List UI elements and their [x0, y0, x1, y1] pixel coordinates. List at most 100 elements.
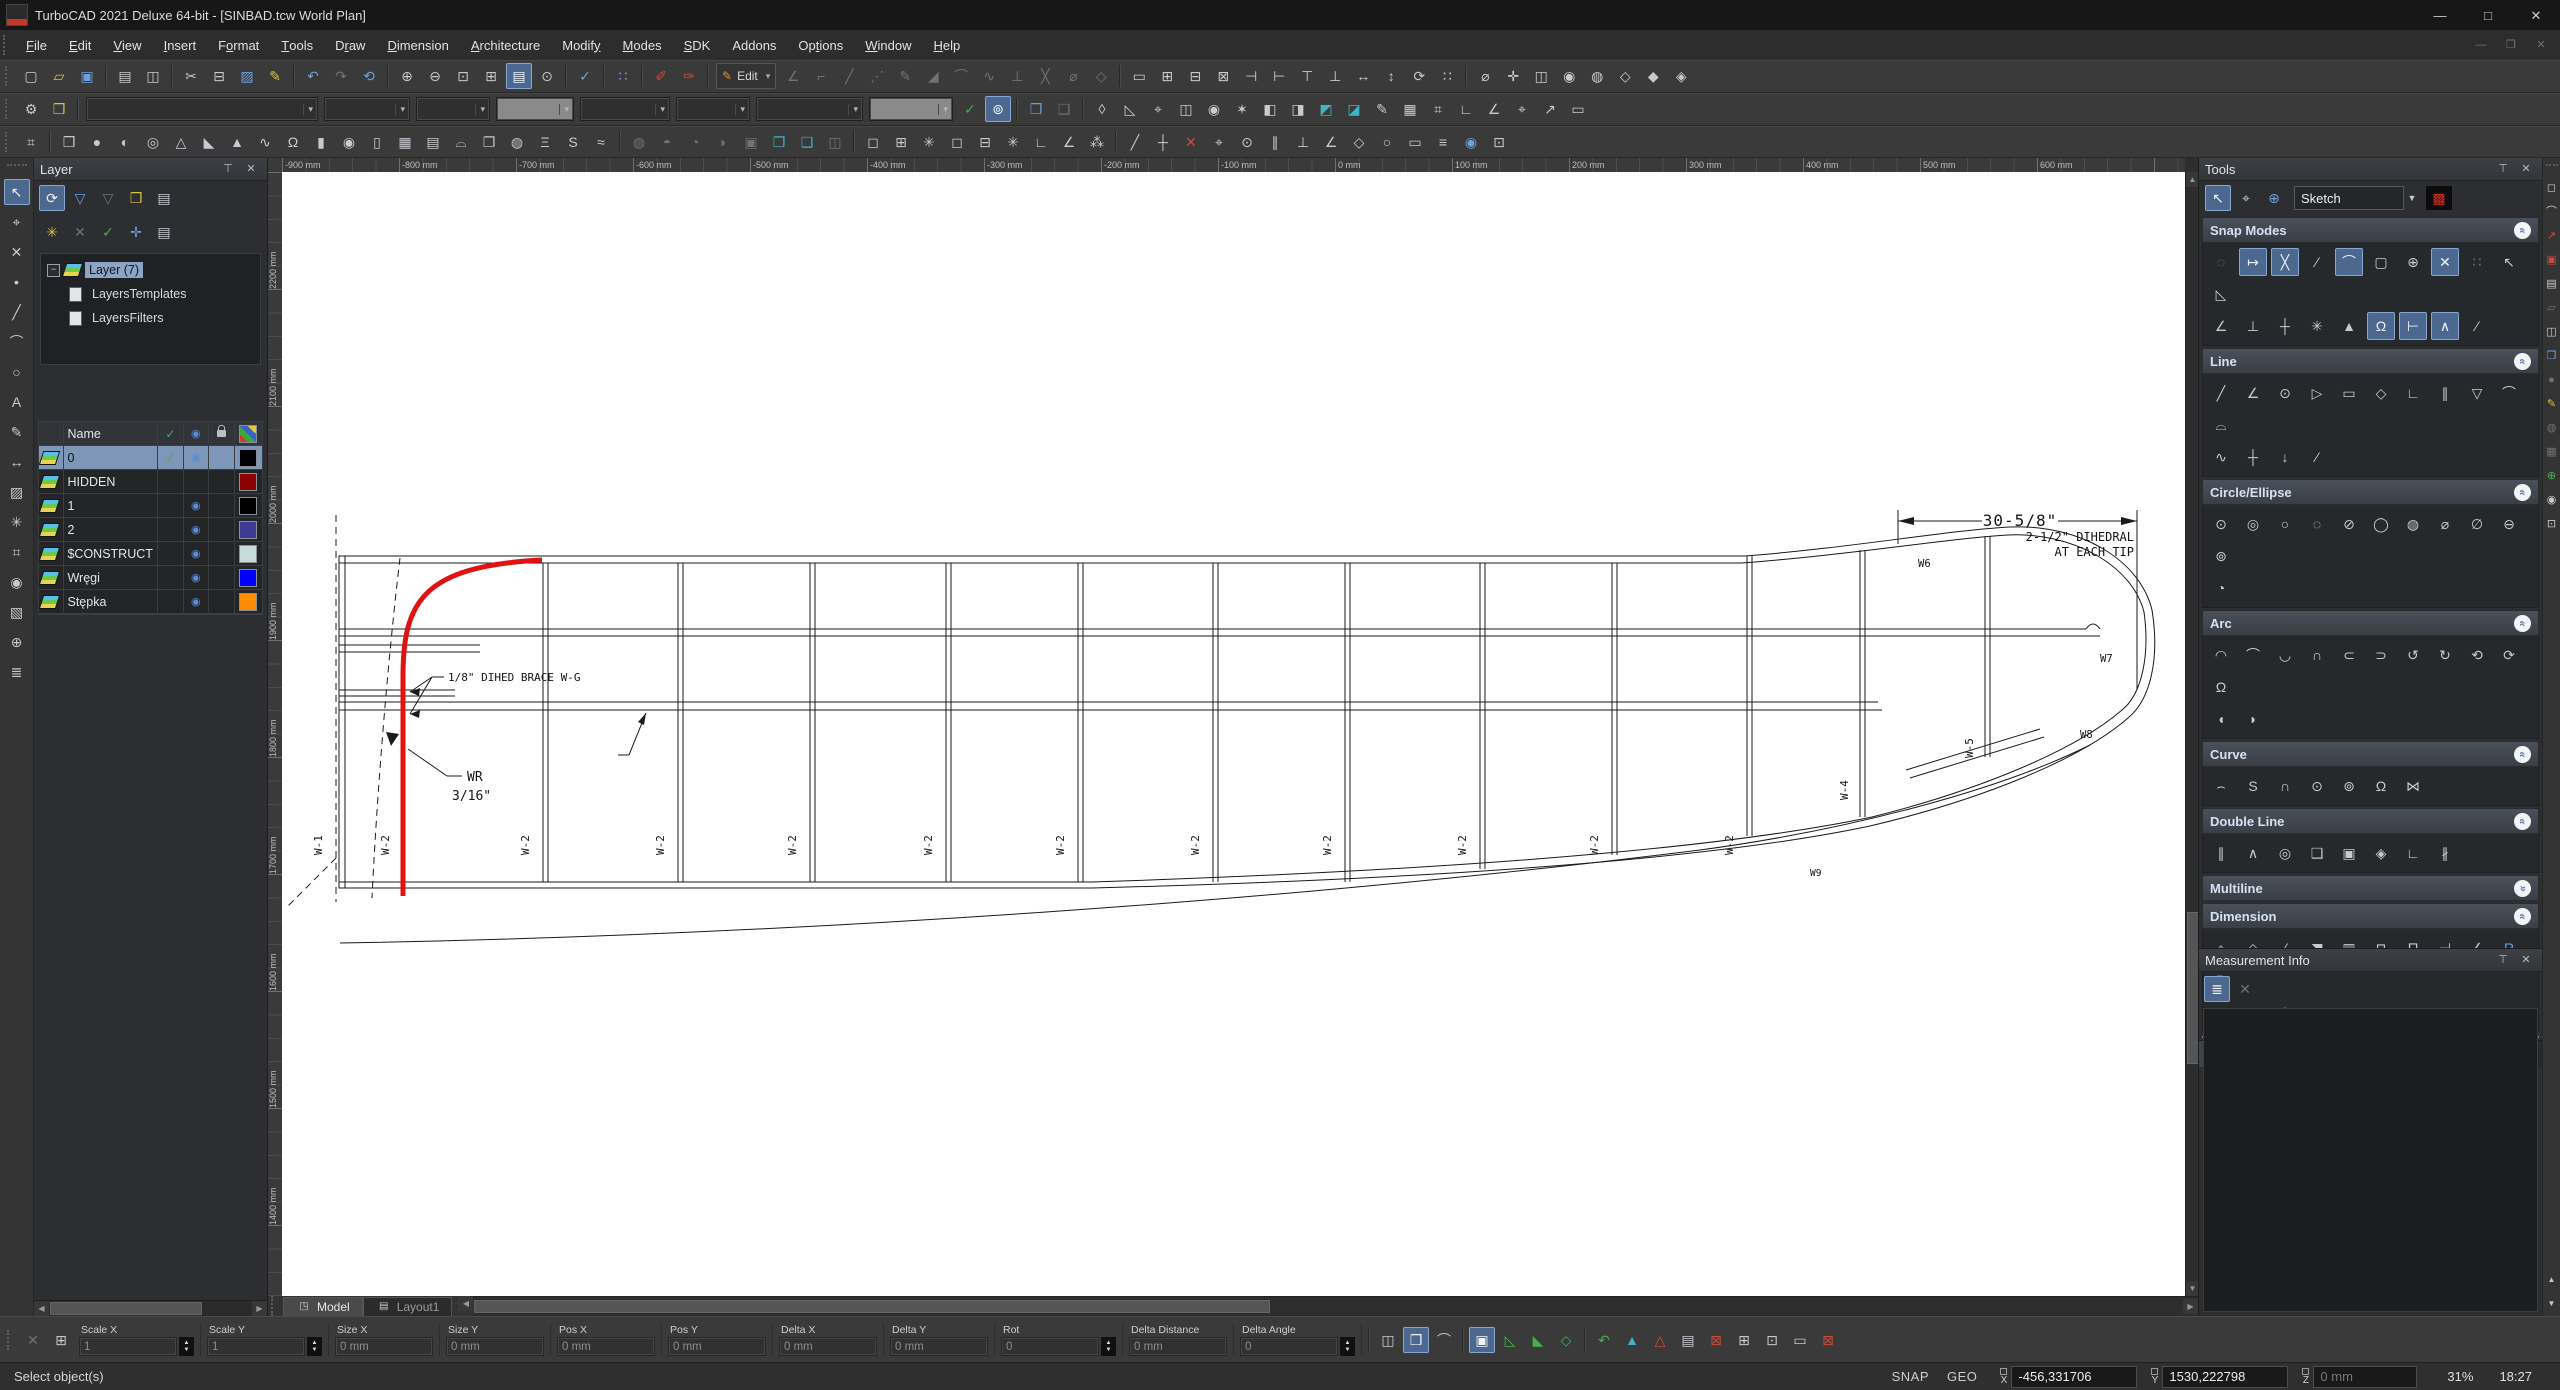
field-input[interactable]: 0 mm [668, 1337, 766, 1356]
erase-icon[interactable]: ✕ [4, 239, 30, 265]
scroll-thumb[interactable] [474, 1300, 1270, 1313]
camera2-icon[interactable]: ◉ [1201, 96, 1227, 122]
menu-file[interactable]: File [15, 30, 58, 60]
layer-lock-toggle[interactable] [209, 518, 235, 541]
check-geometry-icon[interactable]: ✓ [957, 96, 983, 122]
fence-icon[interactable]: ▦ [1397, 96, 1423, 122]
save-icon[interactable]: ▣ [74, 63, 100, 89]
layer-palette-titlebar[interactable]: Layer ⊤ ✕ [34, 158, 267, 181]
menu-format[interactable]: Fo rmat [207, 30, 270, 60]
layer-colors-icon[interactable]: ❒ [123, 185, 149, 211]
dline-polygon-icon[interactable]: ❑ [2303, 839, 2331, 867]
select-tool-icon[interactable]: ↖ [2205, 185, 2231, 211]
drawing-viewport[interactable]: 30-5/8" 2-1/2" DIHEDRAL AT EACH TIP 1/8"… [282, 172, 2185, 1296]
dynamic-input-icon[interactable]: ▭ [1565, 96, 1591, 122]
spinner[interactable]: ▲ ▼ [1101, 1337, 1116, 1356]
pin-icon[interactable]: ⊤ [2494, 160, 2512, 178]
polygon-center-icon[interactable]: ⊙ [2271, 379, 2299, 407]
pick-edge-icon[interactable]: ◫ [1375, 1327, 1401, 1353]
chevron-icon[interactable]: « [2514, 352, 2531, 370]
arc-start-end-icon[interactable]: ◡ [2271, 641, 2299, 669]
close-icon[interactable]: ✕ [2517, 951, 2535, 969]
section-header-arc[interactable]: Arc « [2202, 610, 2539, 636]
bead-icon[interactable]: ◉ [336, 129, 362, 155]
snap-workplane-icon[interactable]: ▲ [2335, 312, 2363, 340]
select-cursor-icon[interactable]: ↖ [3, 179, 30, 205]
snap-d-icon[interactable]: ⌖ [1206, 129, 1232, 155]
sphere-icon[interactable]: ● [84, 129, 110, 155]
toolbar-combo-5[interactable]: ▾ [676, 97, 750, 121]
arc-rotated-icon[interactable]: ↺ [2399, 641, 2427, 669]
materials-icon[interactable]: ◧ [1257, 96, 1283, 122]
render-b-icon[interactable]: ◪ [1341, 96, 1367, 122]
menu-architecture[interactable]: Architecture [460, 30, 551, 60]
curve-bezier-icon[interactable]: ⌢ [2207, 772, 2235, 800]
snap-center-icon[interactable]: ⊕ [2399, 248, 2427, 276]
material-red-icon[interactable]: ▩ [2426, 186, 2452, 210]
apply-check-icon[interactable]: ✓ [95, 219, 121, 245]
arc-center-radius-icon[interactable]: ◠ [2207, 641, 2235, 669]
lasso-select-icon[interactable]: ⟲ [356, 63, 382, 89]
wave-ref-icon[interactable]: ∿ [976, 63, 1002, 89]
curve-fit-icon[interactable]: ⋈ [2399, 772, 2427, 800]
layer-active-check[interactable]: ✓ [158, 446, 184, 469]
circle-tool-icon[interactable]: ○ [4, 359, 30, 385]
snap-opposite-icon[interactable]: Ω [2367, 312, 2395, 340]
spell-check-icon[interactable]: ✓ [572, 63, 598, 89]
snap-a-icon[interactable]: ╱ [1122, 129, 1148, 155]
chevron-icon[interactable]: « [2514, 745, 2531, 763]
zoom-out-icon[interactable]: ⊖ [422, 63, 448, 89]
angle-ref-icon[interactable]: ∠ [780, 63, 806, 89]
window-maximize-button[interactable]: □ [2465, 0, 2511, 30]
node-select-icon[interactable]: ⌖ [2233, 185, 2259, 211]
chevron-down-icon[interactable]: ▼ [2404, 187, 2420, 209]
layer-horizontal-scrollbar[interactable]: ◀ ▶ [34, 1300, 267, 1316]
collapse-icon[interactable]: − [47, 263, 60, 277]
circle-2point-icon[interactable]: ○ [2271, 510, 2299, 538]
print-icon[interactable]: ▤ [112, 63, 138, 89]
assemble-grid-icon[interactable]: ⊞ [888, 129, 914, 155]
field-input[interactable]: 0 mm [779, 1337, 877, 1356]
pick-box-icon[interactable]: ▭ [1126, 63, 1152, 89]
tangent-from-arc-icon[interactable]: ⌓ [2207, 411, 2235, 439]
circle-tangent3-icon[interactable]: ◍ [2399, 510, 2427, 538]
layer-lock-toggle[interactable] [209, 494, 235, 517]
toolbar-combo-7[interactable]: ▾ [869, 97, 953, 121]
snap-vertex-icon[interactable]: ↖ [2495, 248, 2523, 276]
construction-line-icon[interactable]: ⁄ [2303, 443, 2331, 471]
layer-color-swatch[interactable] [235, 494, 262, 517]
camera-line-icon[interactable]: ◉ [2543, 491, 2560, 509]
layer-visible-toggle[interactable]: ◉ [184, 494, 210, 517]
section-header-snap-modes[interactable]: Snap Modes « [2202, 217, 2539, 243]
grid-toggle-icon[interactable]: ⌗ [18, 129, 44, 155]
dim-text[interactable]: 30-5/8" [1983, 511, 2057, 530]
layer-visible-toggle[interactable]: ◉ [184, 590, 210, 613]
scroll-up-icon[interactable]: ▲ [2543, 1271, 2560, 1289]
sheet-tab-layout1[interactable]: ▤ Layout1 [362, 1297, 453, 1316]
sketch-line-icon[interactable]: ∿ [2207, 443, 2235, 471]
menu-window[interactable]: Window [854, 30, 922, 60]
layer-form-icon[interactable]: ▤ [151, 219, 177, 245]
snap-intersection-icon[interactable]: ╳ [2271, 248, 2299, 276]
dihedral-note-1[interactable]: 2-1/2" DIHEDRAL [2026, 530, 2134, 544]
menu-help[interactable]: Help [923, 30, 972, 60]
zoom-tool-icon[interactable]: ⊕ [4, 629, 30, 655]
world-globe-icon[interactable]: ⊕ [2261, 185, 2287, 211]
calculator-icon[interactable]: ⊞ [48, 1327, 74, 1353]
snap-h-icon[interactable]: ∠ [1318, 129, 1344, 155]
assemble-rows-icon[interactable]: ⊟ [972, 129, 998, 155]
layer-tree-node-layerstemplates[interactable]: LayersTemplates [41, 282, 260, 306]
snap-m-icon[interactable]: ◉ [1458, 129, 1484, 155]
toolbar-combo-1[interactable]: ▾ [324, 97, 410, 121]
snap-midpoint-icon[interactable]: ∕ [2303, 248, 2331, 276]
perp-ref-icon[interactable]: ⊥ [1004, 63, 1030, 89]
y-coordinate-field[interactable]: 1530,222798 [2162, 1365, 2289, 1388]
chevron-icon[interactable]: « [2514, 614, 2531, 632]
field-input[interactable]: 0 mm [335, 1337, 433, 1356]
snap-toggle[interactable]: SNAP [1892, 1369, 1929, 1384]
table-rows-icon[interactable]: ⊟ [1182, 63, 1208, 89]
pencil-icon[interactable]: ✎ [4, 419, 30, 445]
table-cells-icon[interactable]: ⊠ [1210, 63, 1236, 89]
clip-2-icon[interactable]: ◣ [1525, 1327, 1551, 1353]
section-header-dimension[interactable]: Dimension « [2202, 903, 2539, 929]
